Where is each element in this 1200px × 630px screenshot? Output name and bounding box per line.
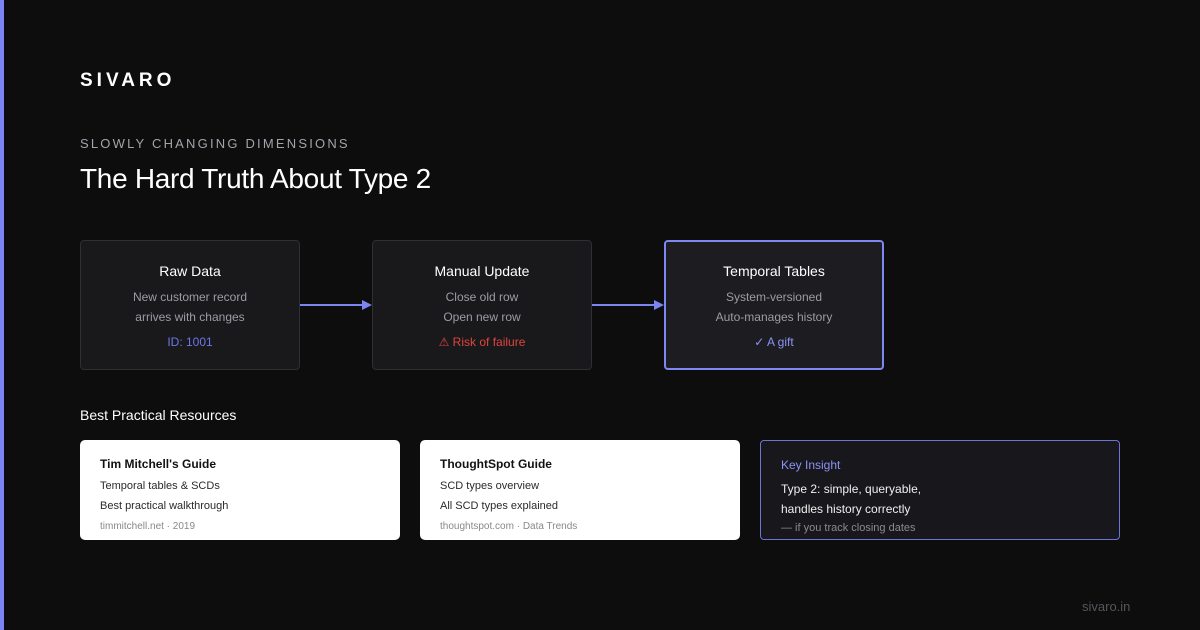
flow-step-raw-data: Raw Data New customer record arrives wit… bbox=[80, 240, 300, 370]
resource-card-thoughtspot[interactable]: ThoughtSpot Guide SCD types overview All… bbox=[420, 440, 740, 540]
insight-title: Key Insight bbox=[781, 458, 841, 472]
flow-arrow-icon bbox=[592, 300, 664, 310]
brand-logo: SIVARO bbox=[80, 70, 176, 91]
step-description-line: Open new row bbox=[443, 310, 521, 324]
card-description-line: All SCD types explained bbox=[440, 500, 559, 512]
step-title: Temporal Tables bbox=[723, 263, 825, 279]
insight-note: — if you track closing dates bbox=[781, 522, 916, 534]
card-source: thoughtspot.com · Data Trends bbox=[440, 521, 578, 532]
footer-url: sivaro.in bbox=[1082, 599, 1131, 614]
step-tag: ID: 1001 bbox=[167, 335, 213, 349]
eyebrow-label: SLOWLY CHANGING DIMENSIONS bbox=[80, 136, 350, 151]
resource-card-tim-mitchell[interactable]: Tim Mitchell's Guide Temporal tables & S… bbox=[80, 440, 400, 540]
card-source: timmitchell.net · 2019 bbox=[100, 521, 196, 532]
card-description-line: SCD types overview bbox=[440, 480, 540, 492]
flow-arrow-icon bbox=[300, 300, 372, 310]
flow-step-manual-update: Manual Update Close old row Open new row… bbox=[372, 240, 592, 370]
key-insight-card: Key Insight Type 2: simple, queryable, h… bbox=[760, 440, 1120, 540]
step-description-line: Auto-manages history bbox=[715, 310, 833, 324]
step-title: Raw Data bbox=[159, 263, 221, 279]
step-success-tag: ✓ A gift bbox=[754, 335, 794, 349]
card-title: ThoughtSpot Guide bbox=[440, 457, 552, 471]
card-description-line: Best practical walkthrough bbox=[100, 500, 229, 512]
section-heading-resources: Best Practical Resources bbox=[80, 407, 237, 423]
card-description-line: Temporal tables & SCDs bbox=[100, 480, 220, 492]
insight-text-line: handles history correctly bbox=[781, 502, 911, 516]
card-title: Tim Mitchell's Guide bbox=[100, 457, 216, 471]
left-accent-bar bbox=[0, 0, 4, 630]
step-description-line: arrives with changes bbox=[135, 310, 245, 324]
step-description-line: System-versioned bbox=[725, 290, 823, 304]
step-warning-tag: ⚠ Risk of failure bbox=[438, 335, 526, 349]
insight-text-line: Type 2: simple, queryable, bbox=[781, 482, 922, 496]
step-title: Manual Update bbox=[434, 263, 530, 279]
step-description-line: Close old row bbox=[445, 290, 519, 304]
page-title: The Hard Truth About Type 2 bbox=[80, 163, 431, 194]
flow-step-temporal-tables: Temporal Tables System-versioned Auto-ma… bbox=[664, 240, 884, 370]
step-description-line: New customer record bbox=[132, 290, 248, 304]
